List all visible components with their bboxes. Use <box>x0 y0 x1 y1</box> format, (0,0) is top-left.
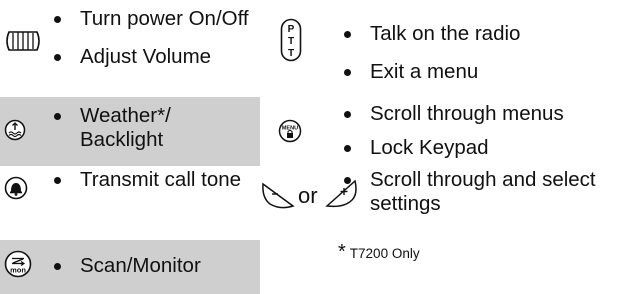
svg-text:T: T <box>288 36 294 47</box>
row-4-left-list: Scan/Monitor <box>50 254 255 278</box>
row-3-left-list: Transmit call tone <box>50 168 255 192</box>
row-4-right-cell: * T7200 Only <box>260 240 621 294</box>
weather-backlight-button-icon <box>4 119 26 141</box>
row-2-left-cell: Weather*/ Backlight <box>0 97 260 166</box>
row-2-left-list: Weather*/ Backlight <box>50 104 255 152</box>
row-1-right-cell: P T T Talk on the radio Exit a menu <box>260 0 621 97</box>
scan-monitor-button-icon: mon <box>4 250 32 278</box>
list-item: Lock Keypad <box>340 136 621 160</box>
list-item: Scroll through and select settings <box>340 168 621 216</box>
svg-text:T: T <box>288 48 294 59</box>
row-2-right-list: Scroll through menus Lock Keypad <box>340 102 621 160</box>
row-3-left-cell: Transmit call tone <box>0 166 260 231</box>
row-3-right-cell: or Scroll through and select settings <box>260 166 621 231</box>
power-volume-knob-icon <box>3 30 43 52</box>
list-item: Exit a menu <box>340 60 620 84</box>
row-3-right-list: Scroll through and select settings <box>340 168 621 216</box>
menu-lock-button-icon: MENU <box>278 119 302 143</box>
list-item: Scan/Monitor <box>50 254 255 278</box>
or-label: or <box>298 183 318 208</box>
row-2-right-cell: MENU Scroll through menus Lock Keypad <box>260 97 621 166</box>
list-item: Adjust Volume <box>50 45 255 69</box>
row-1-left-list: Turn power On/Off Adjust Volume <box>50 7 255 69</box>
minus-button-icon <box>260 180 296 210</box>
footnote-text: T7200 Only <box>349 246 420 261</box>
row-4-left-cell: mon Scan/Monitor <box>0 240 260 294</box>
footnote: * T7200 Only <box>338 242 420 262</box>
list-item: Transmit call tone <box>50 168 255 192</box>
row-1-right-list: Talk on the radio Exit a menu <box>340 22 620 84</box>
call-tone-bell-icon <box>4 176 28 200</box>
list-item: Weather*/ Backlight <box>50 104 255 152</box>
footnote-mark: * <box>338 241 346 263</box>
row-1-left-cell: Turn power On/Off Adjust Volume <box>0 0 260 97</box>
svg-text:mon: mon <box>10 266 26 275</box>
svg-text:P: P <box>288 24 295 35</box>
list-item: Scroll through menus <box>340 102 621 126</box>
ptt-button-icon: P T T <box>280 18 302 62</box>
list-item: Talk on the radio <box>340 22 620 46</box>
list-item: Turn power On/Off <box>50 7 255 31</box>
